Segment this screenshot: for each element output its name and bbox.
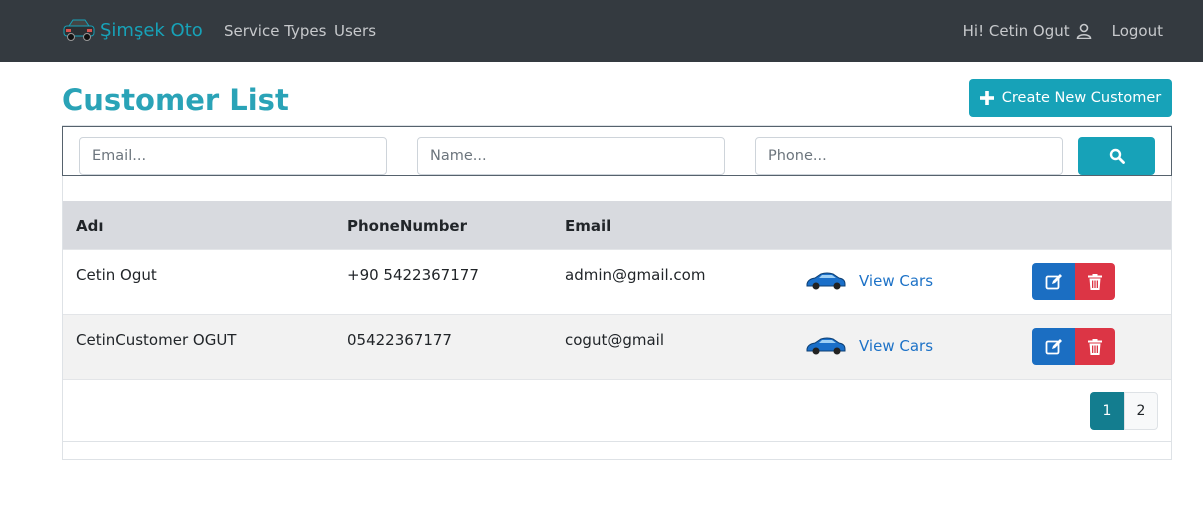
navbar: Şimşek Oto Service Types Users Hi! Cetin…	[0, 0, 1203, 62]
cell-phone: 05422367177	[347, 331, 452, 349]
table-row: CetinCustomer OGUT 05422367177 cogut@gma…	[63, 314, 1171, 379]
page-title: Customer List	[62, 83, 289, 117]
trash-icon	[1088, 338, 1102, 355]
delete-button[interactable]	[1075, 263, 1115, 300]
car-icon	[806, 272, 846, 290]
table-header: Adı PhoneNumber Email	[63, 201, 1171, 249]
page-2-button[interactable]: 2	[1124, 392, 1158, 430]
column-phone: PhoneNumber	[347, 217, 467, 235]
car-logo-icon	[63, 19, 95, 41]
user-greeting[interactable]: Hi! Cetin Ogut	[963, 20, 1070, 42]
edit-icon	[1045, 338, 1062, 354]
edit-icon	[1045, 273, 1062, 289]
edit-button[interactable]	[1032, 328, 1075, 365]
column-email: Email	[565, 217, 612, 235]
page-1-button[interactable]: 1	[1090, 392, 1124, 430]
view-cars-link[interactable]: View Cars	[859, 337, 933, 355]
view-cars-link[interactable]: View Cars	[859, 272, 933, 290]
cell-phone: +90 5422367177	[347, 266, 479, 284]
trash-icon	[1088, 273, 1102, 290]
create-customer-button[interactable]: Create New Customer	[969, 79, 1172, 117]
table-row: Cetin Ogut +90 5422367177 admin@gmail.co…	[63, 249, 1171, 314]
delete-button[interactable]	[1075, 328, 1115, 365]
logout-link[interactable]: Logout	[1112, 20, 1163, 42]
cell-name: CetinCustomer OGUT	[76, 331, 237, 349]
user-icon	[1076, 23, 1091, 39]
nav-users[interactable]: Users	[334, 20, 376, 42]
search-icon	[1109, 148, 1125, 164]
brand-name: Şimşek Oto	[100, 19, 203, 41]
edit-button[interactable]	[1032, 263, 1075, 300]
search-button[interactable]	[1078, 137, 1155, 175]
user-menu: Hi! Cetin Ogut Logout	[963, 20, 1163, 42]
cell-email: cogut@gmail	[565, 331, 664, 349]
email-search-input[interactable]	[79, 137, 387, 175]
brand[interactable]: Şimşek Oto	[62, 14, 203, 46]
table-footer	[63, 379, 1171, 442]
name-search-input[interactable]	[417, 137, 725, 175]
car-icon	[806, 337, 846, 355]
column-name: Adı	[76, 217, 104, 235]
nav-service-types[interactable]: Service Types	[224, 20, 326, 42]
plus-icon	[979, 91, 994, 105]
cell-name: Cetin Ogut	[76, 266, 157, 284]
phone-search-input[interactable]	[755, 137, 1063, 175]
cell-email: admin@gmail.com	[565, 266, 706, 284]
create-customer-label: Create New Customer	[1001, 90, 1162, 106]
